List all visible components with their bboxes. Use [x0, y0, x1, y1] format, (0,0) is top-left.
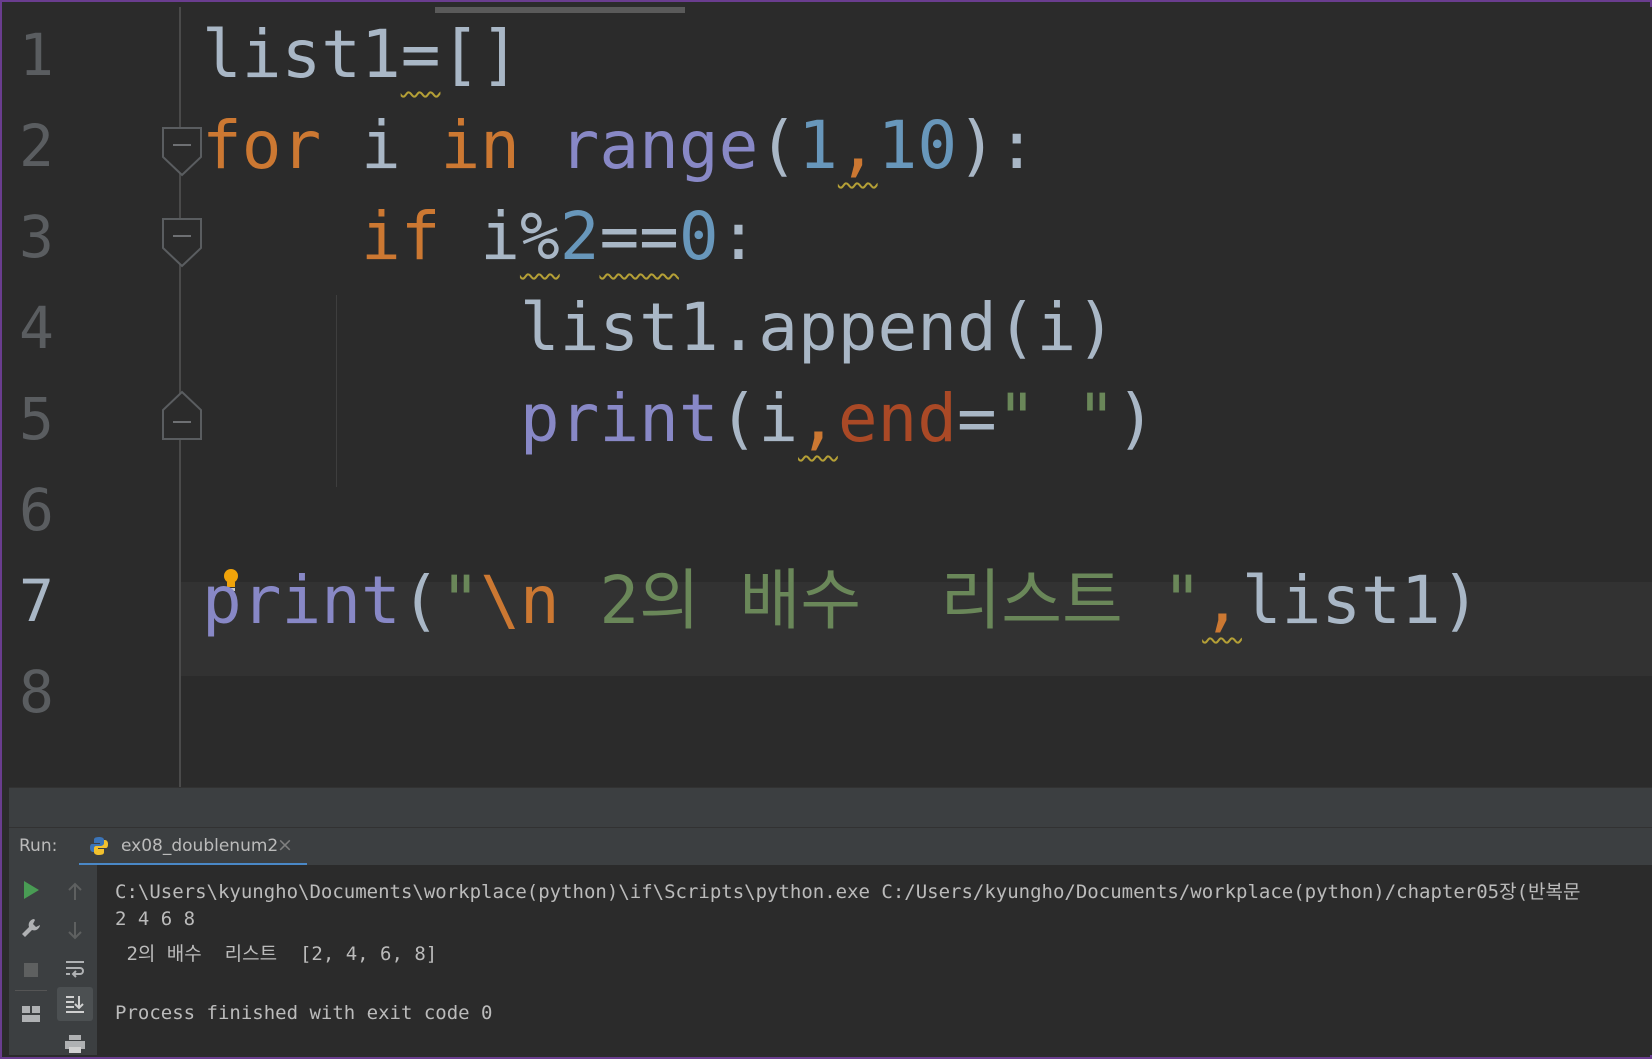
code-line-4[interactable]: list1.append(i): [202, 280, 1116, 376]
console-output[interactable]: C:\Users\kyungho\Documents\workplace(pyt…: [97, 865, 1652, 1055]
fold-open-icon[interactable]: [162, 218, 202, 268]
code-string: ": [440, 562, 481, 639]
print-icon[interactable]: [60, 1029, 90, 1059]
code-param: end: [837, 380, 958, 457]
close-icon[interactable]: ×: [277, 834, 293, 856]
code-token-warning: ,: [798, 380, 838, 457]
code-token-warning: ==: [599, 198, 679, 275]
code-editor[interactable]: 1 2 3 4 5 6 7 8 list1=[] for i in range(…: [9, 7, 1652, 787]
line-number: 3: [19, 203, 54, 271]
code-line-1[interactable]: list1=[]: [202, 7, 520, 103]
code-token: (: [758, 107, 799, 184]
panel-divider[interactable]: [9, 787, 1652, 828]
code-builtin: print: [519, 380, 719, 457]
code-token: list1.append(i): [519, 289, 1116, 366]
code-builtin: print: [202, 562, 401, 639]
code-string: " ": [996, 380, 1116, 457]
fold-open-icon[interactable]: [162, 127, 202, 177]
code-token: ): [1116, 380, 1156, 457]
arrow-down-icon[interactable]: [60, 915, 90, 945]
run-panel-header: Run: ex08_doublenum2 ×: [9, 827, 1652, 866]
code-number: 1: [798, 107, 838, 184]
code-token: =: [957, 380, 997, 457]
line-number: 8: [19, 658, 54, 726]
code-token: list1): [1241, 562, 1481, 639]
code-token-warning: ,: [837, 107, 878, 184]
code-token-warning: ,: [1202, 562, 1242, 639]
play-icon[interactable]: [16, 875, 46, 905]
run-tab[interactable]: ex08_doublenum2 ×: [79, 828, 307, 866]
console-line: C:\Users\kyungho\Documents\workplace(pyt…: [115, 881, 1581, 903]
code-token: :: [718, 198, 759, 275]
code-keyword: in: [440, 107, 520, 184]
code-line-5[interactable]: print(i,end=" "): [202, 371, 1156, 467]
run-toolbar-secondary: [53, 865, 97, 1055]
scroll-to-end-icon[interactable]: [57, 987, 93, 1021]
console-line: Process finished with exit code 0: [115, 1002, 493, 1024]
line-number: 6: [19, 476, 54, 544]
run-toolbar-primary: [9, 865, 53, 1055]
code-escape: \n: [480, 562, 560, 639]
code-token-warning: =: [400, 16, 441, 93]
line-number: 5: [19, 385, 54, 453]
code-line-3[interactable]: if i%2==0:: [202, 189, 758, 285]
code-token: list1: [202, 16, 401, 93]
line-number: 4: [19, 294, 54, 362]
code-keyword: if: [360, 198, 441, 275]
code-token-warning: %: [519, 198, 560, 275]
python-icon: [90, 837, 108, 855]
code-number: 10: [877, 107, 958, 184]
arrow-up-icon[interactable]: [60, 877, 90, 907]
fold-close-icon[interactable]: [162, 390, 202, 440]
line-number-active: 7: [19, 567, 54, 635]
code-line-2[interactable]: for i in range(1,10):: [202, 98, 1037, 194]
line-number: 1: [19, 21, 54, 89]
toolbar-separator: [15, 990, 47, 991]
code-number: 2: [559, 198, 600, 275]
code-token: (: [400, 562, 441, 639]
line-number: 2: [19, 112, 54, 180]
console-line: 2 4 6 8: [115, 908, 196, 930]
code-token: i: [321, 107, 441, 184]
code-token: []: [440, 16, 520, 93]
code-line-7[interactable]: print("\n 2의 배수 리스트 ",list1): [202, 553, 1480, 649]
code-token: (i: [718, 380, 799, 457]
code-string: 2의 배수 리스트 ": [559, 562, 1203, 639]
run-label: Run:: [19, 836, 58, 856]
code-number: 0: [678, 198, 719, 275]
stop-icon[interactable]: [16, 955, 46, 985]
code-token: i: [480, 198, 520, 275]
code-token: ):: [957, 107, 1037, 184]
soft-wrap-icon[interactable]: [60, 953, 90, 983]
console-line: 2의 배수 리스트 [2, 4, 6, 8]: [115, 943, 438, 965]
code-builtin: range: [559, 107, 759, 184]
run-tab-label: ex08_doublenum2: [121, 836, 279, 856]
layout-icon[interactable]: [16, 999, 46, 1029]
wrench-icon[interactable]: [16, 913, 46, 943]
code-keyword: for: [202, 107, 322, 184]
